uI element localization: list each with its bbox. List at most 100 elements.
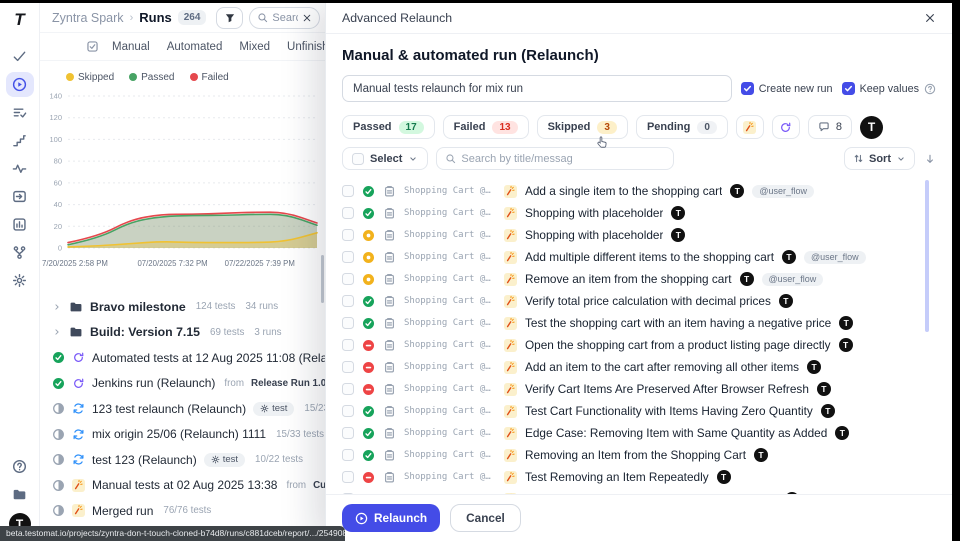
comments-filter-button[interactable]: 8 xyxy=(808,115,852,139)
run-name-input[interactable] xyxy=(342,75,732,102)
test-row[interactable]: Shopping Cart @… Add an item to the cart… xyxy=(342,356,936,378)
sort-direction-icon[interactable] xyxy=(924,153,936,165)
test-row[interactable]: Shopping Cart @… Verify total price calc… xyxy=(342,290,936,312)
sidebar-item-inbox-icon[interactable] xyxy=(6,184,34,209)
filter-pending-button[interactable]: Pending0 xyxy=(636,115,728,139)
create-new-run-checkbox[interactable] xyxy=(741,82,754,95)
sidebar-item-plans-list-icon[interactable] xyxy=(6,100,34,125)
cancel-label: Cancel xyxy=(466,511,505,525)
tree-row[interactable]: Bravo milestone124 tests34 runs xyxy=(52,294,325,320)
clear-search-icon[interactable] xyxy=(302,13,312,23)
test-checkbox[interactable] xyxy=(342,383,354,395)
test-checkbox[interactable] xyxy=(342,449,354,461)
test-row[interactable]: Shopping Cart @… Add an item to the cart… xyxy=(342,488,936,494)
left-search-input[interactable]: Search [C xyxy=(249,7,320,29)
test-checkbox[interactable] xyxy=(342,207,354,219)
select-all-checkbox[interactable] xyxy=(352,153,364,165)
test-checkbox[interactable] xyxy=(342,229,354,241)
tab-automated[interactable]: Automated xyxy=(167,41,223,53)
tests-list: Shopping Cart @… Add a single item to th… xyxy=(342,180,936,494)
test-row[interactable]: Shopping Cart @… Test Cart Functionality… xyxy=(342,400,936,422)
test-checkbox[interactable] xyxy=(342,295,354,307)
test-row[interactable]: Shopping Cart @… Removing an Item from t… xyxy=(342,444,936,466)
manual-tests-filter-icon[interactable] xyxy=(736,115,764,139)
left-scrollbar[interactable] xyxy=(321,255,324,303)
sidebar-item-settings-gear-icon[interactable] xyxy=(6,268,34,293)
tree-row[interactable]: Build: Version 7.1569 tests3 runs xyxy=(52,320,325,346)
test-row[interactable]: Shopping Cart @… Shopping with placehold… xyxy=(342,202,936,224)
test-row[interactable]: Shopping Cart @… Test the shopping cart … xyxy=(342,312,936,334)
test-checkbox[interactable] xyxy=(342,185,354,197)
test-row[interactable]: Shopping Cart @… Remove an item from the… xyxy=(342,268,936,290)
tree-row[interactable]: mix origin 25/06 (Relaunch) 111115/33 te… xyxy=(52,422,325,448)
create-new-run-label: Create new run xyxy=(759,83,833,95)
test-row[interactable]: Shopping Cart @… Open the shopping cart … xyxy=(342,334,936,356)
filter-passed-button[interactable]: Passed17 xyxy=(342,115,435,139)
chevron-right-icon[interactable] xyxy=(52,302,62,312)
run-status-progress-icon xyxy=(52,453,65,466)
breadcrumb-project[interactable]: Zyntra Spark xyxy=(52,11,124,25)
test-row[interactable]: Shopping Cart @… Add a single item to th… xyxy=(342,180,936,202)
sidebar-item-help-icon[interactable] xyxy=(6,454,34,479)
keep-values-checkbox[interactable] xyxy=(842,82,855,95)
test-checkbox[interactable] xyxy=(342,251,354,263)
test-status-skipped-icon xyxy=(362,273,375,286)
clipboard-icon xyxy=(383,185,396,198)
test-row[interactable]: Shopping Cart @… Shopping with placehold… xyxy=(342,224,936,246)
test-row[interactable]: Shopping Cart @… Verify Cart Items Are P… xyxy=(342,378,936,400)
tab-manual[interactable]: Manual xyxy=(112,41,150,53)
test-status-skipped-icon xyxy=(362,251,375,264)
run-status-progress-icon xyxy=(52,428,65,441)
sidebar-item-reports-icon[interactable] xyxy=(6,212,34,237)
tree-row[interactable]: Jenkins run (Relaunch)fromRelease Run 1.… xyxy=(52,371,325,397)
automated-tests-filter-icon[interactable] xyxy=(772,115,800,139)
tests-search-input[interactable]: Search by title/messag xyxy=(436,147,674,170)
select-dropdown[interactable]: Select xyxy=(342,147,428,170)
create-new-run-option[interactable]: Create new run xyxy=(741,82,833,95)
sort-dropdown[interactable]: Sort xyxy=(844,147,915,170)
tree-row[interactable]: Automated tests at 12 Aug 2025 11:08 (Re… xyxy=(52,345,325,371)
relaunch-button[interactable]: Relaunch xyxy=(342,504,440,532)
test-row[interactable]: Shopping Cart @… Add multiple different … xyxy=(342,246,936,268)
test-checkbox[interactable] xyxy=(342,471,354,483)
tree-row[interactable]: 123 test relaunch (Relaunch)test15/23 te… xyxy=(52,396,325,422)
pulse-icon xyxy=(12,161,27,176)
sidebar-item-branch-icon[interactable] xyxy=(6,240,34,265)
breadcrumb-section[interactable]: Runs xyxy=(139,10,172,25)
close-icon[interactable] xyxy=(924,12,936,24)
test-checkbox[interactable] xyxy=(342,339,354,351)
tree-row[interactable]: Merged run76/76 tests xyxy=(52,498,325,524)
sidebar-item-runs-play-icon[interactable] xyxy=(6,72,34,97)
test-row[interactable]: Shopping Cart @… Edge Case: Removing Ite… xyxy=(342,422,936,444)
test-checkbox[interactable] xyxy=(342,493,354,494)
test-title: Edge Case: Removing Item with Same Quant… xyxy=(525,426,827,440)
sidebar-item-projects-folder-icon[interactable] xyxy=(6,482,34,507)
test-checkbox[interactable] xyxy=(342,317,354,329)
tree-row[interactable]: Manual tests at 02 Aug 2025 13:38fromCus… xyxy=(52,473,325,499)
tab-mixed[interactable]: Mixed xyxy=(239,41,270,53)
folder-name: Build: Version 7.15 xyxy=(90,325,200,339)
test-row[interactable]: Shopping Cart @… Test Removing an Item R… xyxy=(342,466,936,488)
sidebar-item-steps-icon[interactable] xyxy=(6,128,34,153)
filter-skipped-button[interactable]: Skipped3 xyxy=(537,115,628,139)
modal-scrollbar[interactable] xyxy=(925,180,929,332)
test-checkbox[interactable] xyxy=(342,273,354,285)
sidebar-item-tests-check-icon[interactable] xyxy=(6,44,34,69)
filter-failed-button[interactable]: Failed13 xyxy=(443,115,529,139)
chevron-right-icon[interactable] xyxy=(52,327,62,337)
test-checkbox[interactable] xyxy=(342,361,354,373)
filter-button[interactable] xyxy=(216,7,243,29)
test-checkbox[interactable] xyxy=(342,405,354,417)
cancel-button[interactable]: Cancel xyxy=(450,504,521,532)
help-circle-icon[interactable] xyxy=(924,83,936,95)
run-name: mix origin 25/06 (Relaunch) 1111 xyxy=(92,427,266,441)
tree-row[interactable]: test 123 (Relaunch)test10/22 tests xyxy=(52,447,325,473)
test-checkbox[interactable] xyxy=(342,427,354,439)
run-meta: 69 tests xyxy=(210,327,244,338)
keep-values-option[interactable]: Keep values xyxy=(842,82,936,95)
run-name: Merged run xyxy=(92,504,153,518)
assignee-avatar[interactable]: T xyxy=(860,116,883,139)
left-header: Zyntra Spark › Runs 264 Search [C xyxy=(40,3,325,33)
sidebar-item-pulse-icon[interactable] xyxy=(6,156,34,181)
checked-square-icon[interactable] xyxy=(86,40,99,53)
